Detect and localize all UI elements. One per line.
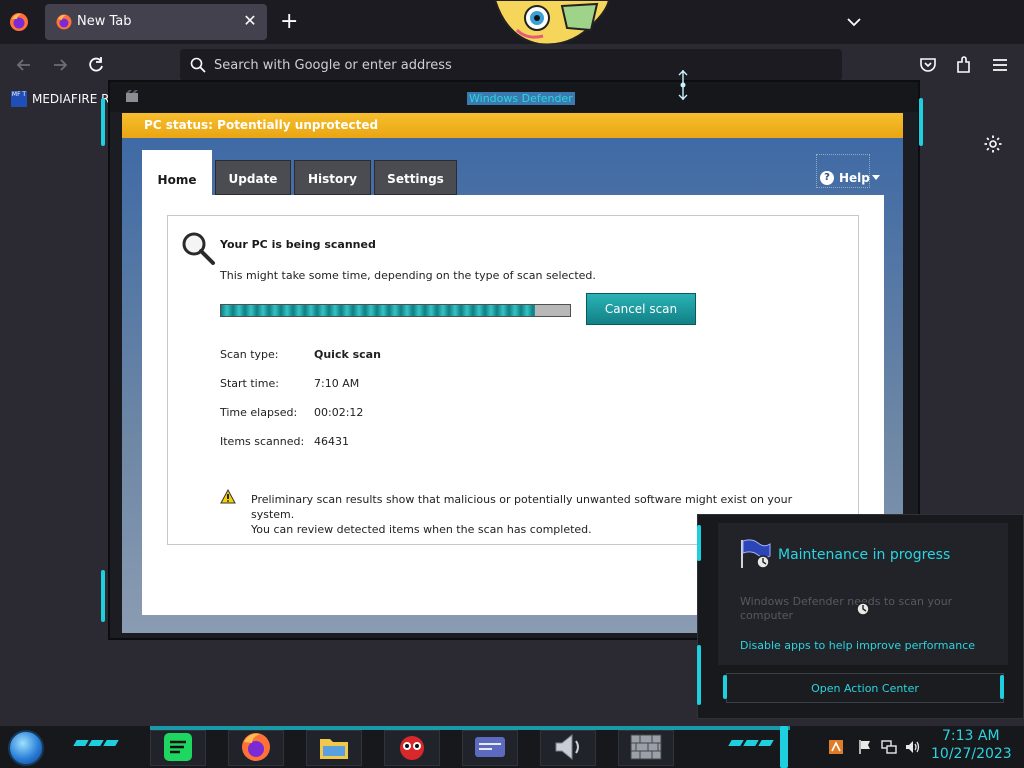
menu-icon[interactable] [990, 55, 1010, 75]
action-center-flag-icon[interactable] [857, 739, 873, 755]
tab-home[interactable]: Home [142, 150, 212, 195]
frame-accent [101, 98, 105, 146]
flag-clock-icon [741, 539, 771, 569]
frame-accent [723, 675, 727, 699]
show-desktop-button[interactable] [780, 726, 788, 768]
clock-date[interactable]: 10/27/2023 [931, 746, 1012, 762]
frame-accent [697, 645, 701, 705]
search-icon [190, 57, 206, 73]
browser-tab[interactable]: New Tab ✕ [45, 4, 267, 40]
pc-status-text: PC status: Potentially unprotected [144, 118, 379, 132]
detail-label: Items scanned: [220, 435, 305, 448]
magnifier-icon [182, 232, 215, 265]
action-center-popup: Maintenance in progress Windows Defender… [697, 514, 1024, 719]
game-character-icon[interactable] [394, 730, 430, 764]
bookmark-label: MEDIAFIRE R [32, 92, 110, 106]
scan-title: Your PC is being scanned [220, 238, 376, 251]
detail-value: 00:02:12 [314, 406, 364, 419]
detail-label: Time elapsed: [220, 406, 298, 419]
firefox-icon [56, 14, 72, 30]
window-title: Windows Defender [467, 92, 575, 105]
chevron-down-icon [872, 175, 880, 180]
volume-icon[interactable] [905, 739, 921, 755]
gear-icon[interactable] [983, 134, 1003, 154]
status-bar: PC status: Potentially unprotected [122, 113, 903, 138]
window-menu-icon[interactable] [125, 90, 139, 104]
help-menu-button[interactable]: ? Help [816, 154, 880, 188]
forward-arrow-icon[interactable] [50, 55, 70, 75]
frame-accent [1000, 675, 1004, 699]
help-icon: ? [820, 171, 834, 185]
extensions-icon[interactable] [954, 55, 974, 75]
warning-icon [220, 489, 236, 504]
network-icon[interactable] [881, 739, 897, 755]
card-app-icon[interactable] [472, 730, 508, 764]
tab-history[interactable]: History [294, 160, 371, 195]
taskbar-decoration [88, 740, 104, 746]
frame-accent [697, 525, 701, 561]
firefox-icon[interactable] [238, 730, 274, 764]
disable-apps-link[interactable]: Disable apps to help improve performance [740, 639, 975, 652]
start-button[interactable] [8, 730, 44, 766]
open-action-center-label: Open Action Center [811, 682, 919, 695]
clock-time[interactable]: 7:13 AM [942, 728, 1000, 744]
detail-value: 46431 [314, 435, 349, 448]
tray-app-icon[interactable] [828, 739, 844, 755]
chevron-down-icon[interactable] [844, 12, 864, 32]
spotify-icon[interactable] [160, 730, 196, 764]
tab-title: New Tab [77, 14, 132, 29]
notification-title: Maintenance in progress [778, 547, 951, 563]
close-tab-icon[interactable]: ✕ [241, 12, 259, 30]
open-action-center-button[interactable]: Open Action Center [726, 673, 1004, 703]
taskbar-decoration [758, 740, 774, 746]
cartoon-character-image [493, 0, 611, 46]
mediafire-icon: MF T [11, 91, 27, 107]
taskbar-decoration [73, 740, 89, 746]
new-tab-icon[interactable]: + [280, 10, 298, 34]
detail-value: 7:10 AM [314, 377, 360, 390]
speaker-app-icon[interactable] [550, 730, 586, 764]
detail-label: Scan type: [220, 348, 279, 361]
cancel-scan-button[interactable]: Cancel scan [586, 293, 696, 325]
scan-panel: Your PC is being scanned This might take… [167, 215, 859, 545]
pocket-icon[interactable] [918, 55, 938, 75]
address-bar[interactable] [180, 49, 842, 81]
detail-value: Quick scan [314, 348, 381, 361]
firefox-view-icon[interactable] [8, 11, 30, 33]
scan-subtitle: This might take some time, depending on … [220, 269, 596, 282]
taskbar-decoration [103, 740, 119, 746]
taskbar-decoration [728, 740, 744, 746]
tab-update[interactable]: Update [215, 160, 291, 195]
scan-progress-bar [220, 304, 571, 317]
taskbar: 7:13 AM 10/27/2023 [0, 726, 1024, 768]
taskbar-decoration [743, 740, 759, 746]
file-explorer-icon[interactable] [316, 730, 352, 764]
help-label: Help [839, 171, 870, 185]
wall-app-icon[interactable] [628, 730, 664, 764]
frame-accent [919, 98, 923, 146]
window-title-bar[interactable]: Windows Defender [110, 70, 918, 112]
reload-icon[interactable] [86, 55, 106, 75]
scan-progress-fill [221, 305, 536, 316]
address-input[interactable] [214, 49, 814, 81]
notification-card: Maintenance in progress Windows Defender… [718, 523, 1008, 665]
detail-label: Start time: [220, 377, 279, 390]
back-arrow-icon[interactable] [14, 55, 34, 75]
frame-accent [101, 570, 105, 622]
busy-cursor-icon [856, 602, 870, 616]
resize-handle-icon[interactable] [677, 70, 689, 100]
tab-settings[interactable]: Settings [374, 160, 457, 195]
